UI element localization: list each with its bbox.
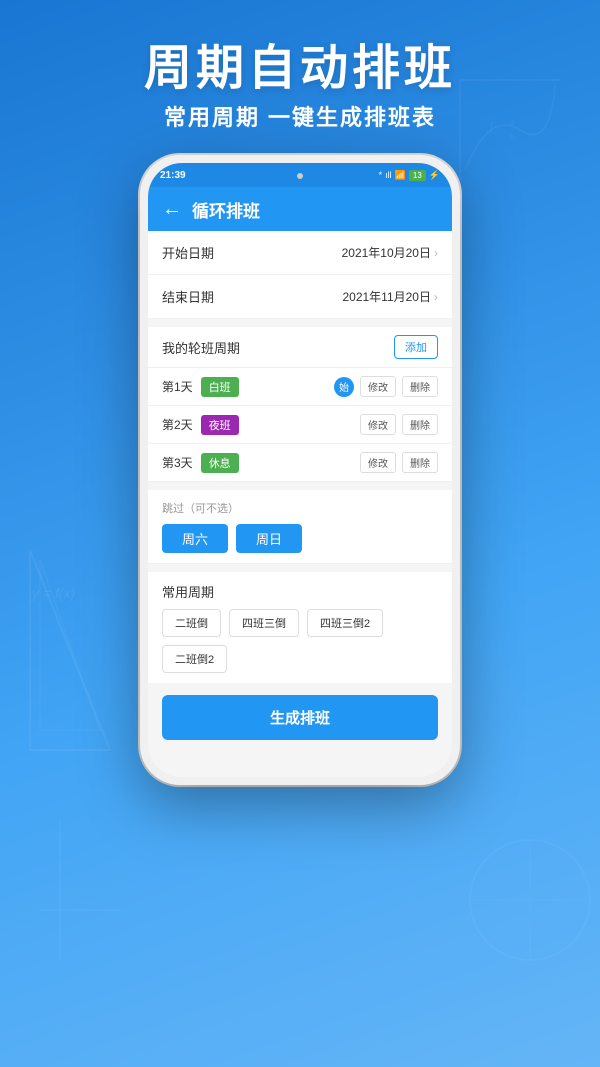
shifts-label: 我的轮班周期 bbox=[162, 338, 240, 357]
svg-text:y = f(x): y = f(x) bbox=[31, 585, 75, 601]
generate-button[interactable]: 生成排班 bbox=[162, 695, 438, 740]
skip-section: 跳过（可不选） 周六 周日 bbox=[148, 490, 452, 564]
start-date-chevron: › bbox=[434, 246, 438, 260]
end-date-value: 2021年11月20日 › bbox=[342, 288, 438, 305]
shift-badge-2: 夜班 bbox=[201, 415, 239, 435]
preset-button-1[interactable]: 二班倒 bbox=[162, 609, 221, 637]
delete-button-3[interactable]: 删除 bbox=[402, 452, 438, 473]
phone-mockup: 21:39 * ıll 📶 13 ⚡ ← 循环排班 开始日期 bbox=[140, 155, 460, 785]
phone-inner: 21:39 * ıll 📶 13 ⚡ ← 循环排班 开始日期 bbox=[148, 163, 452, 777]
delete-button-1[interactable]: 删除 bbox=[402, 376, 438, 397]
shifts-section-header: 我的轮班周期 添加 bbox=[148, 327, 452, 368]
shift-row-1: 第1天 白班 始 修改 删除 bbox=[148, 368, 452, 406]
start-date-label: 开始日期 bbox=[162, 243, 214, 262]
common-label: 常用周期 bbox=[162, 582, 438, 601]
end-date-chevron: › bbox=[434, 290, 438, 304]
bluetooth-icon: * bbox=[379, 170, 383, 180]
nav-title: 循环排班 bbox=[192, 197, 260, 222]
page-main-title: 周期自动排班 bbox=[0, 28, 600, 98]
modify-button-2[interactable]: 修改 bbox=[360, 414, 396, 435]
delete-button-2[interactable]: 删除 bbox=[402, 414, 438, 435]
shift-badge-1: 白班 bbox=[201, 377, 239, 397]
add-shift-button[interactable]: 添加 bbox=[394, 335, 438, 359]
gap-3 bbox=[148, 564, 452, 572]
nav-bar: ← 循环排班 bbox=[148, 187, 452, 231]
phone-outer: 21:39 * ıll 📶 13 ⚡ ← 循环排班 开始日期 bbox=[140, 155, 460, 785]
preset-buttons: 二班倒 四班三倒 四班三倒2 二班倒2 bbox=[162, 609, 438, 673]
modify-button-3[interactable]: 修改 bbox=[360, 452, 396, 473]
preset-button-4[interactable]: 二班倒2 bbox=[162, 645, 227, 673]
gap-2 bbox=[148, 482, 452, 490]
battery-icon: 13 bbox=[409, 170, 426, 181]
skip-label: 跳过（可不选） bbox=[162, 500, 438, 516]
skip-buttons: 周六 周日 bbox=[162, 524, 438, 553]
shift-start-marker: 始 bbox=[334, 377, 354, 397]
end-date-label: 结束日期 bbox=[162, 287, 214, 306]
shift-day-3: 第3天 bbox=[162, 454, 193, 471]
preset-button-2[interactable]: 四班三倒 bbox=[229, 609, 299, 637]
shift-row-3: 第3天 休息 修改 删除 bbox=[148, 444, 452, 482]
svg-text:b: b bbox=[510, 132, 515, 142]
shift-day-1: 第1天 bbox=[162, 378, 193, 395]
skip-saturday-button[interactable]: 周六 bbox=[162, 524, 228, 553]
modify-button-1[interactable]: 修改 bbox=[360, 376, 396, 397]
back-button[interactable]: ← bbox=[162, 198, 182, 221]
shift-row-2: 第2天 夜班 修改 删除 bbox=[148, 406, 452, 444]
start-date-value: 2021年10月20日 › bbox=[342, 244, 438, 261]
gap-1 bbox=[148, 319, 452, 327]
shift-day-2: 第2天 bbox=[162, 416, 193, 433]
start-date-row[interactable]: 开始日期 2021年10月20日 › bbox=[148, 231, 452, 275]
generate-section: 生成排班 bbox=[148, 683, 452, 748]
phone-dot bbox=[297, 173, 303, 179]
shift-badge-3: 休息 bbox=[201, 453, 239, 473]
common-section: 常用周期 二班倒 四班三倒 四班三倒2 二班倒2 bbox=[148, 572, 452, 683]
charge-icon: ⚡ bbox=[429, 170, 440, 181]
signal-icon: ıll bbox=[385, 170, 392, 180]
preset-button-3[interactable]: 四班三倒2 bbox=[307, 609, 383, 637]
status-icons: * ıll 📶 13 ⚡ bbox=[379, 170, 440, 181]
page-subtitle: 常用周期 一键生成排班表 bbox=[0, 100, 600, 132]
end-date-row[interactable]: 结束日期 2021年11月20日 › bbox=[148, 275, 452, 319]
wifi-icon: 📶 bbox=[395, 170, 406, 181]
status-time: 21:39 bbox=[160, 170, 186, 181]
content-area: 开始日期 2021年10月20日 › 结束日期 2021年11月20日 › bbox=[148, 231, 452, 777]
skip-sunday-button[interactable]: 周日 bbox=[236, 524, 302, 553]
